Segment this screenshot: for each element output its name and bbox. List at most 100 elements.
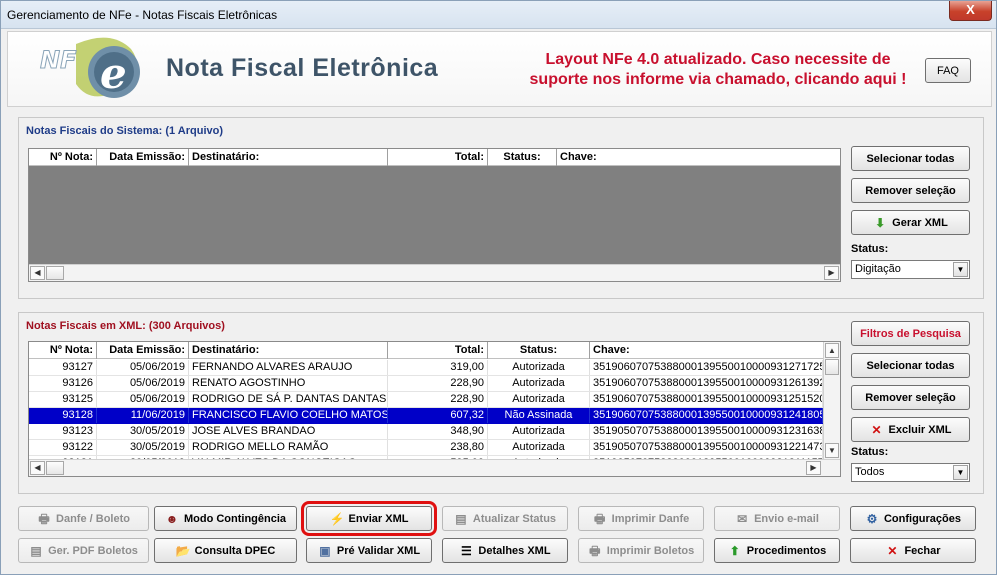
scroll-thumb[interactable] [46, 461, 64, 475]
close-button[interactable]: ✕ Fechar [850, 538, 976, 563]
col-status[interactable]: Status: [488, 149, 557, 166]
update-status-button[interactable]: ▤ Atualizar Status [442, 506, 568, 531]
system-grid-hscrollbar[interactable]: ◀ ▶ [29, 264, 840, 281]
chevron-down-icon[interactable]: ▼ [953, 262, 968, 277]
xml-remove-selection-button[interactable]: Remover seleção [851, 385, 970, 410]
x-red-icon: ✕ [887, 543, 898, 558]
xml-status-select[interactable]: Todos ▼ [851, 463, 970, 482]
xml-grid-hscrollbar[interactable]: ◀ ▶ [29, 459, 840, 476]
scroll-down-icon[interactable]: ▼ [825, 443, 839, 458]
xml-invoices-grid[interactable]: Nº Nota: Data Emissão: Destinatário: Tot… [28, 341, 841, 477]
send-xml-label: Enviar XML [348, 512, 409, 525]
print-boletos-button[interactable]: 🖶 Imprimir Boletos [578, 538, 704, 563]
xml-select-all-button[interactable]: Selecionar todas [851, 353, 970, 378]
danfe-boleto-label: Danfe / Boleto [56, 512, 130, 525]
table-row[interactable]: 93126 05/06/2019 RENATO AGOSTINHO 228,90 Aut… [29, 376, 823, 392]
delete-xml-label: Excluir XML [888, 423, 952, 436]
scroll-left-icon[interactable]: ◀ [30, 461, 45, 475]
list-icon: ☰ [461, 543, 472, 558]
person-icon: ☻ [165, 511, 179, 526]
system-remove-selection-label: Remover seleção [865, 184, 956, 197]
pdf-icon: ▤ [30, 543, 42, 558]
table-cell: 35190607075388000139550010000931261392 [590, 376, 823, 391]
xml-grid-header: Nº Nota: Data Emissão: Destinatário: Tot… [29, 342, 823, 359]
vscroll-thumb[interactable] [825, 359, 839, 375]
table-row[interactable]: 93123 30/05/2019 JOSE ALVES BRANDAO 348,90 A… [29, 424, 823, 440]
chevron-down-icon[interactable]: ▼ [953, 465, 968, 480]
system-status-select[interactable]: Digitação ▼ [851, 260, 970, 279]
table-cell: 93128 [29, 408, 97, 423]
system-remove-selection-button[interactable]: Remover seleção [851, 178, 970, 203]
scroll-up-icon[interactable]: ▲ [825, 343, 839, 358]
delete-xml-button[interactable]: ✕ Excluir XML [851, 417, 970, 442]
xml-col-data-emissao[interactable]: Data Emissão: [97, 342, 189, 359]
table-cell: FERNANDO ALVARES ARAUJO [189, 360, 388, 375]
col-total[interactable]: Total: [388, 149, 488, 166]
print-boletos-label: Imprimir Boletos [606, 544, 695, 557]
table-cell: 607,32 [388, 408, 488, 423]
table-row[interactable]: 93128 11/06/2019 FRANCISCO FLAVIO COELHO M… [29, 408, 823, 424]
xml-grid-vscrollbar[interactable]: ▲ ▼ [823, 342, 840, 459]
xml-col-destinatario[interactable]: Destinatário: [189, 342, 388, 359]
arrow-up-green-icon: ⬆ [729, 543, 740, 558]
search-filters-button[interactable]: Filtros de Pesquisa [851, 321, 970, 346]
document-check-icon: ▣ [319, 543, 331, 558]
table-cell: Não Assinada [488, 408, 590, 423]
xml-grid-rows: 93127 05/06/2019 FERNANDO ALVARES ARAUJO 31… [29, 360, 823, 460]
table-cell: Autorizada [488, 392, 590, 407]
col-chave[interactable]: Chave: [557, 149, 840, 166]
print-danfe-button[interactable]: 🖶 Imprimir Danfe [578, 506, 704, 531]
col-destinatario[interactable]: Destinatário: [189, 149, 388, 166]
xml-col-numero[interactable]: Nº Nota: [29, 342, 97, 359]
table-row[interactable]: 93127 05/06/2019 FERNANDO ALVARES ARAUJO 31… [29, 360, 823, 376]
dpec-query-button[interactable]: 📂 Consulta DPEC [154, 538, 297, 563]
dpec-query-label: Consulta DPEC [194, 544, 276, 557]
table-cell: RODRIGO DE SÁ P. DANTAS DANTAS [189, 392, 388, 407]
generate-xml-button[interactable]: ⬇ Gerar XML [851, 210, 970, 235]
table-cell: 238,80 [388, 440, 488, 455]
lightning-icon: ⚡ [329, 511, 345, 526]
scroll-right-icon[interactable]: ▶ [824, 266, 839, 280]
table-cell: 11/06/2019 [97, 408, 189, 423]
system-select-all-button[interactable]: Selecionar todas [851, 146, 970, 171]
table-cell: 93125 [29, 392, 97, 407]
faq-button[interactable]: FAQ [925, 58, 971, 83]
xml-details-button[interactable]: ☰ Detalhes XML [442, 538, 568, 563]
xml-col-chave[interactable]: Chave: [590, 342, 823, 359]
logo-nf-text: NF [40, 46, 77, 74]
contingency-mode-button[interactable]: ☻ Modo Contingência [154, 506, 297, 531]
system-invoices-grid[interactable]: Nº Nota: Data Emissão: Destinatário: Tot… [28, 148, 841, 282]
send-email-button[interactable]: ✉ Envio e-mail [714, 506, 840, 531]
x-red-icon: ✕ [871, 422, 882, 437]
xml-col-status[interactable]: Status: [488, 342, 590, 359]
table-row[interactable]: 93125 05/06/2019 RODRIGO DE SÁ P. DANTAS D… [29, 392, 823, 408]
table-row[interactable]: 93122 30/05/2019 RODRIGO MELLO RAMÃO 238,80… [29, 440, 823, 456]
table-cell: JOSE ALVES BRANDAO [189, 424, 388, 439]
send-xml-button[interactable]: ⚡ Enviar XML [301, 501, 437, 536]
xml-col-total[interactable]: Total: [388, 342, 488, 359]
table-cell: 05/06/2019 [97, 392, 189, 407]
col-numero[interactable]: Nº Nota: [29, 149, 97, 166]
pre-validate-xml-button[interactable]: ▣ Pré Validar XML [306, 538, 432, 563]
table-cell: 05/06/2019 [97, 376, 189, 391]
close-window-button[interactable]: X [949, 1, 992, 21]
printer-icon: 🖶 [594, 511, 606, 526]
scroll-right-icon[interactable]: ▶ [806, 461, 821, 475]
settings-button[interactable]: ⚙ Configurações [850, 506, 976, 531]
table-cell: 348,90 [388, 424, 488, 439]
procedures-button[interactable]: ⬆ Procedimentos [714, 538, 840, 563]
danfe-boleto-button[interactable]: 🖶 Danfe / Boleto [18, 506, 149, 531]
update-status-label: Atualizar Status [472, 512, 557, 525]
support-message-link[interactable]: Layout NFe 4.0 atualizado. Caso necessit… [508, 50, 928, 90]
table-cell: 35190607075388000139550010000931251520 [590, 392, 823, 407]
document-icon: ▤ [455, 511, 467, 526]
settings-label: Configurações [883, 512, 961, 525]
title-bar[interactable]: Gerenciamento de NFe - Notas Fiscais Ele… [1, 1, 996, 29]
email-icon: ✉ [737, 511, 748, 526]
scroll-thumb[interactable] [46, 266, 64, 280]
col-data-emissao[interactable]: Data Emissão: [97, 149, 189, 166]
support-message-line1: Layout NFe 4.0 atualizado. Caso necessit… [545, 51, 891, 68]
scroll-left-icon[interactable]: ◀ [30, 266, 45, 280]
generate-pdf-boletos-button[interactable]: ▤ Ger. PDF Boletos [18, 538, 149, 563]
xml-select-all-label: Selecionar todas [866, 359, 955, 372]
